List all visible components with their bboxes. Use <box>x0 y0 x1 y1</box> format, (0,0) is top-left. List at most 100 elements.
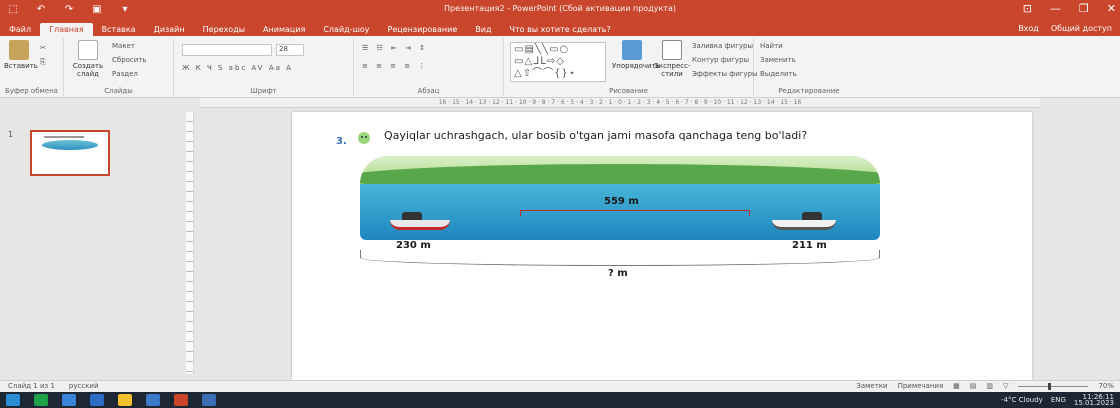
maximize-button[interactable]: ❐ <box>1079 2 1089 15</box>
shape-fill-button[interactable]: Заливка фигуры <box>692 42 753 50</box>
chrome-icon[interactable] <box>118 394 132 406</box>
tell-me-search[interactable]: Что вы хотите сделать? <box>500 23 619 36</box>
system-tray: -4°C Cloudy ENG 11:26:11 15.01.2023 <box>1001 394 1114 407</box>
thumbnail-text-line <box>44 136 84 138</box>
language-tray[interactable]: ENG <box>1051 396 1066 404</box>
quick-styles-button[interactable]: Экспресс-стили <box>654 40 691 78</box>
drawing-group: ▭▤╲╲▭○ ▭△ᒧᒪ⇨◇ △⇧⌒⌒{}⋆ Упорядочить Экспре… <box>504 38 758 96</box>
arrange-button[interactable]: Упорядочить <box>612 40 660 70</box>
left-boat-cabin <box>402 212 422 220</box>
reading-view-icon[interactable]: ▥ <box>986 382 993 390</box>
list-buttons[interactable]: ☰ ☷ ⇤ ⇥ ↕ <box>362 44 428 52</box>
windows-taskbar: -4°C Cloudy ENG 11:26:11 15.01.2023 <box>0 392 1120 408</box>
font-format-buttons[interactable]: Ж К Ч S abc AV Aa A <box>182 64 293 72</box>
ribbon-tabs: Файл Главная Вставка Дизайн Переходы Ани… <box>0 20 1120 36</box>
select-button[interactable]: Выделить <box>760 70 797 78</box>
find-button[interactable]: Найти <box>760 42 783 50</box>
slide-thumbnail-pane: 1 <box>0 98 186 380</box>
clipboard-icon <box>9 40 29 60</box>
tab-file[interactable]: Файл <box>0 23 40 36</box>
store-icon[interactable] <box>62 394 76 406</box>
slide-number: 1 <box>8 130 14 139</box>
middle-distance-label: 559 m <box>604 196 639 207</box>
window-title: Презентация2 - PowerPoint (Сбой активаци… <box>444 4 676 13</box>
paragraph-group-label: Абзац <box>417 87 440 95</box>
right-boat <box>772 212 836 230</box>
sign-in-link[interactable]: Вход <box>1018 24 1039 33</box>
ribbon-options-icon[interactable]: ⊡ <box>1023 2 1032 15</box>
paragraph-group: ☰ ☷ ⇤ ⇥ ↕ ≡ ≡ ≡ ≡ ⋮ Абзац <box>354 38 504 96</box>
quick-styles-label: Экспресс-стили <box>654 62 691 78</box>
new-slide-button[interactable]: Создать слайд <box>70 40 106 78</box>
arrange-label: Упорядочить <box>612 62 660 70</box>
slide-thumbnail[interactable] <box>30 130 110 176</box>
align-buttons[interactable]: ≡ ≡ ≡ ≡ ⋮ <box>362 62 428 70</box>
arrange-icon <box>622 40 642 60</box>
thinking-icon <box>358 132 370 144</box>
browser-icon[interactable] <box>34 394 48 406</box>
zoom-slider[interactable] <box>1018 382 1089 390</box>
tab-view[interactable]: Вид <box>466 23 500 36</box>
notes-button[interactable]: Заметки <box>856 382 887 390</box>
vertical-ruler <box>186 112 194 374</box>
start-icon[interactable] <box>6 394 20 406</box>
layout-button[interactable]: Макет <box>112 42 135 50</box>
language-indicator[interactable]: русский <box>69 382 99 390</box>
river-illustration: 559 m <box>360 156 880 240</box>
sorter-view-icon[interactable]: ▤ <box>970 382 977 390</box>
shape-outline-button[interactable]: Контур фигуры <box>692 56 749 64</box>
total-distance-label: ? m <box>608 268 628 279</box>
left-boat <box>390 212 450 230</box>
tab-design[interactable]: Дизайн <box>145 23 194 36</box>
font-group-label: Шрифт <box>250 87 277 95</box>
paste-button[interactable]: Вставить <box>4 40 38 70</box>
font-name-input[interactable] <box>182 44 272 56</box>
files-icon[interactable] <box>146 394 160 406</box>
share-button[interactable]: Общий доступ <box>1051 24 1112 33</box>
replace-button[interactable]: Заменить <box>760 56 796 64</box>
slides-group-label: Слайды <box>104 87 133 95</box>
new-slide-icon <box>78 40 98 60</box>
close-button[interactable]: ✕ <box>1107 2 1116 15</box>
shapes-gallery[interactable]: ▭▤╲╲▭○ ▭△ᒧᒪ⇨◇ △⇧⌒⌒{}⋆ <box>510 42 606 82</box>
horizontal-ruler: 16 · 15 · 14 · 13 · 12 · 11 · 10 · 9 · 8… <box>200 98 1040 108</box>
zoom-level[interactable]: 70% <box>1098 382 1114 390</box>
thumbnail-picture <box>42 140 98 150</box>
slideshow-view-icon[interactable]: ▽ <box>1003 382 1008 390</box>
right-boat-cabin <box>802 212 822 220</box>
status-bar: Слайд 1 из 1 русский Заметки Примечания … <box>0 380 1120 392</box>
tab-home[interactable]: Главная <box>40 23 93 36</box>
shape-effects-button[interactable]: Эффекты фигуры <box>692 70 758 78</box>
tab-slideshow[interactable]: Слайд-шоу <box>314 23 378 36</box>
middle-distance-bracket <box>520 210 750 216</box>
normal-view-icon[interactable]: ▦ <box>953 382 960 390</box>
paste-label: Вставить <box>4 62 38 70</box>
clipboard-group: Вставить ✂ ⎘ Буфер обмена <box>0 38 64 96</box>
editing-group: Найти Заменить Выделить Редактирование <box>754 38 864 96</box>
comments-button[interactable]: Примечания <box>898 382 944 390</box>
question-text: Qayiqlar uchrashgach, ular bosib o'tgan … <box>384 129 808 142</box>
minimize-button[interactable]: — <box>1050 2 1061 15</box>
tab-review[interactable]: Рецензирование <box>379 23 467 36</box>
cut-icon[interactable]: ✂ <box>40 44 46 52</box>
copy-icon[interactable]: ⎘ <box>40 58 46 67</box>
explorer-icon[interactable] <box>90 394 104 406</box>
screen-icon[interactable] <box>202 394 216 406</box>
tab-transitions[interactable]: Переходы <box>194 23 254 36</box>
powerpoint-icon[interactable] <box>174 394 188 406</box>
title-bar: ⬚ ↶ ↷ ▣ ▾ Презентация2 - PowerPoint (Сбо… <box>0 0 1120 20</box>
question-number: 3. <box>336 136 347 147</box>
tab-insert[interactable]: Вставка <box>93 23 145 36</box>
new-slide-label: Создать слайд <box>72 62 104 78</box>
clock[interactable]: 11:26:11 15.01.2023 <box>1073 394 1114 407</box>
section-button[interactable]: Раздел <box>112 70 138 78</box>
clock-date: 15.01.2023 <box>1073 399 1114 407</box>
zoom-thumb[interactable] <box>1048 382 1052 390</box>
reset-button[interactable]: Сбросить <box>112 56 147 64</box>
weather-widget[interactable]: -4°C Cloudy <box>1001 396 1043 404</box>
slide-canvas[interactable]: 3. Qayiqlar uchrashgach, ular bosib o'tg… <box>292 112 1032 380</box>
font-size-input[interactable]: 28 <box>276 44 304 56</box>
quick-styles-icon <box>662 40 682 60</box>
tab-animations[interactable]: Анимация <box>254 23 314 36</box>
editing-group-label: Редактирование <box>778 87 840 95</box>
